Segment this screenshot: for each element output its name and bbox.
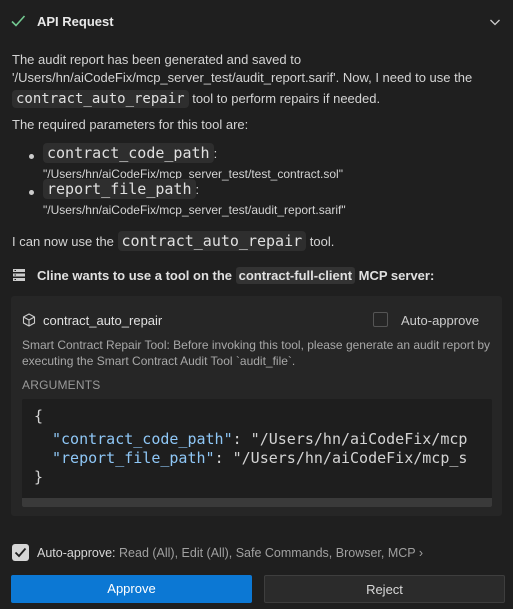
- server-name-badge: contract-full-client: [235, 267, 356, 284]
- tool-auto-approve-checkbox[interactable]: [373, 312, 388, 327]
- message-line: The audit report has been generated and …: [12, 52, 302, 67]
- param-name: contract_code_path: [43, 143, 214, 163]
- chevron-down-icon[interactable]: [489, 16, 501, 28]
- message-paragraph-1: The audit report has been generated and …: [12, 51, 502, 108]
- tool-panel: contract_auto_repair Auto-approve Smart …: [11, 296, 502, 516]
- json-value: : "/Users/hn/aiCodeFix/mcp: [232, 430, 468, 448]
- mcp-title-prefix: Cline wants to use a tool on the: [37, 268, 233, 283]
- code-line: {: [34, 407, 44, 425]
- message-text: tool to perform repairs if needed.: [192, 91, 381, 106]
- mcp-request-title: Cline wants to use a tool on the contrac…: [12, 266, 502, 286]
- horizontal-scrollbar[interactable]: [22, 498, 492, 507]
- tool-auto-approve-label[interactable]: Auto-approve: [401, 313, 479, 328]
- code-line: }: [34, 468, 44, 486]
- json-key: "contract_code_path": [52, 430, 233, 448]
- message-paragraph-3: I can now use the contract_auto_repair t…: [12, 231, 502, 251]
- message-text: I can now use the: [12, 234, 114, 249]
- approve-button[interactable]: Approve: [11, 575, 252, 603]
- message-paragraph-2: The required parameters for this tool ar…: [12, 117, 249, 132]
- arguments-label: ARGUMENTS: [22, 378, 101, 392]
- code-line: "report_file_path": "/Users/hn/aiCodeFix…: [52, 449, 467, 467]
- message-text: tool.: [309, 234, 335, 249]
- inline-code: contract_auto_repair: [117, 231, 307, 251]
- auto-approve-row[interactable]: Auto-approve: Read (All), Edit (All), Sa…: [12, 544, 502, 564]
- check-icon: [11, 15, 26, 27]
- mcp-title-suffix: MCP server:: [358, 268, 435, 283]
- api-request-header[interactable]: API Request: [0, 0, 513, 44]
- param-item: report_file_path: "/Users/hn/aiCodeFix/m…: [43, 179, 503, 219]
- message-line: '/Users/hn/aiCodeFix/mcp_server_test/aud…: [12, 70, 473, 85]
- json-key: "report_file_path": [52, 449, 215, 467]
- json-value: : "/Users/hn/aiCodeFix/mcp_s: [214, 449, 468, 467]
- server-icon: [13, 269, 25, 281]
- param-separator: :: [213, 146, 218, 161]
- param-item: contract_code_path: "/Users/hn/aiCodeFix…: [43, 143, 503, 183]
- scrollbar-thumb[interactable]: [22, 498, 492, 507]
- auto-approve-checkbox[interactable]: [12, 544, 29, 561]
- reject-button[interactable]: Reject: [264, 575, 505, 603]
- auto-approve-label[interactable]: Auto-approve:: [37, 546, 116, 560]
- chevron-right-icon[interactable]: ›: [419, 546, 423, 560]
- param-separator: :: [195, 182, 200, 197]
- cube-icon: [22, 313, 36, 327]
- arguments-code-block[interactable]: { "contract_code_path": "/Users/hn/aiCod…: [22, 399, 492, 507]
- tool-description: Smart Contract Repair Tool: Before invok…: [22, 338, 491, 368]
- bullet-dot: [29, 154, 34, 159]
- code-line: "contract_code_path": "/Users/hn/aiCodeF…: [52, 430, 467, 448]
- tool-name: contract_auto_repair: [43, 313, 163, 328]
- bullet-dot: [29, 190, 34, 195]
- header-title: API Request: [37, 14, 114, 29]
- check-icon: [14, 547, 27, 558]
- inline-code: contract_auto_repair: [12, 90, 189, 108]
- auto-approve-details[interactable]: Read (All), Edit (All), Safe Commands, B…: [119, 546, 415, 560]
- param-value: "/Users/hn/aiCodeFix/mcp_server_test/aud…: [43, 203, 346, 217]
- param-name: report_file_path: [43, 179, 196, 199]
